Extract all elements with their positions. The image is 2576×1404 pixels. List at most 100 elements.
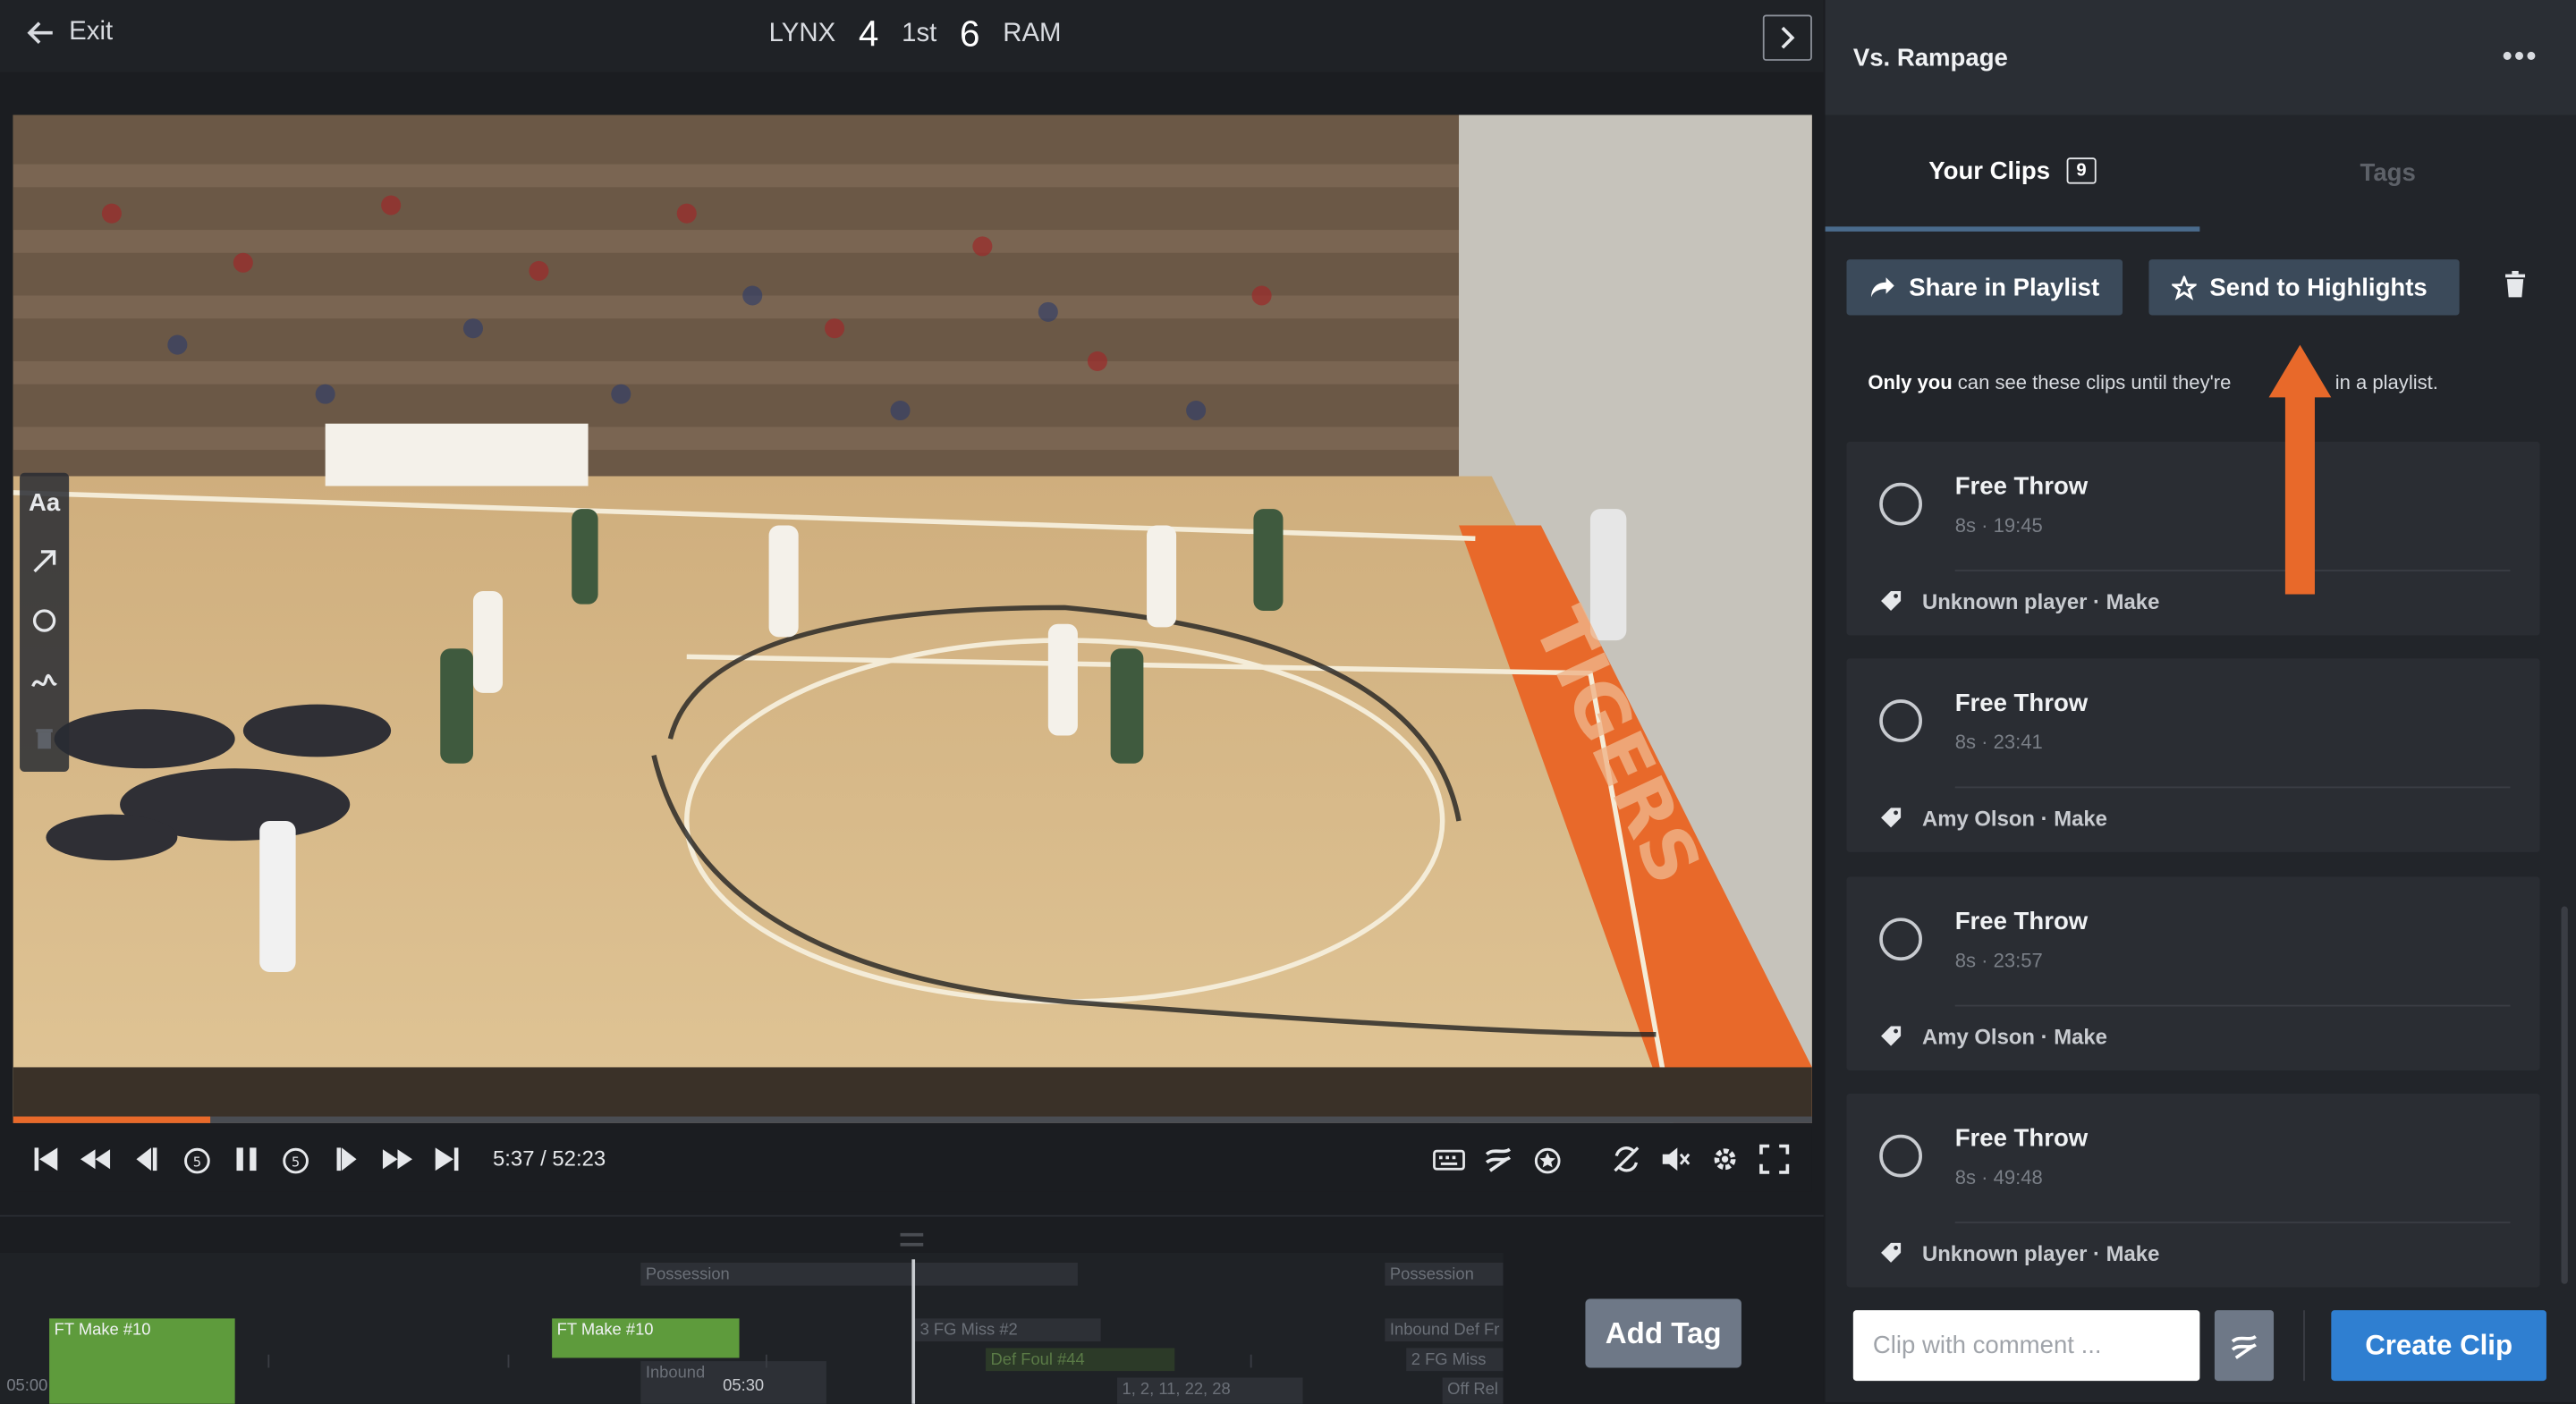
privacy-notice-tail: in a playlist. (2334, 370, 2438, 394)
clip-card[interactable]: Free Throw 8s · 19:45 Unknown player · M… (1846, 441, 2540, 636)
share-in-playlist-button[interactable]: Share in Playlist (1846, 259, 2123, 316)
tag-icon (1881, 1242, 1902, 1263)
arrow-diagonal-icon (33, 550, 56, 573)
forward-5-icon: 5 (283, 1147, 309, 1174)
delete-clips-button[interactable] (2502, 269, 2535, 305)
timeline-track-area[interactable]: Possession Possession FT Make #10 FT Mak… (0, 1252, 1504, 1404)
tab-your-clips[interactable]: Your Clips 9 (1825, 115, 2200, 232)
sidebar-header: Vs. Rampage ••• (1825, 0, 2576, 115)
arrow-tool[interactable] (20, 532, 69, 591)
fullscreen-button[interactable] (1755, 1139, 1794, 1179)
clips-scrollbar[interactable] (2561, 906, 2568, 1284)
rewind-button[interactable] (75, 1139, 114, 1179)
send-to-highlights-label: Send to Highlights (2209, 273, 2428, 301)
clip-select-radio[interactable] (1879, 918, 1922, 961)
time-readout: 5:37 / 52:23 (493, 1146, 606, 1171)
timeline-segment[interactable]: FT Make #10 (49, 1318, 235, 1404)
timeline-tick (507, 1354, 510, 1368)
timeline-tick (267, 1354, 270, 1368)
frame-forward-button[interactable] (328, 1139, 368, 1179)
back-5s-button[interactable]: 5 (177, 1139, 216, 1179)
clip-title: Free Throw (1954, 1124, 2089, 1153)
next-game-button[interactable] (1762, 14, 1812, 61)
timeline-segment[interactable]: 2 FG Miss (1406, 1348, 1504, 1372)
away-team: RAM (1003, 20, 1062, 48)
clip-divider (1954, 570, 2511, 571)
video-frame[interactable]: TIGERS (13, 114, 1812, 1123)
create-clip-button[interactable]: Create Clip (2331, 1310, 2546, 1382)
drawing-toolbar: Aa (20, 472, 70, 772)
tag-icon (1881, 1026, 1902, 1046)
tab-tags[interactable]: Tags (2199, 115, 2576, 231)
tagging-button[interactable] (1479, 1139, 1518, 1179)
rewind-icon (80, 1149, 111, 1170)
tag-icon (1881, 808, 1902, 828)
tag-clip-toggle[interactable] (2214, 1310, 2275, 1382)
clip-comment-input[interactable] (1852, 1310, 2200, 1382)
timeline-segment[interactable]: 3 FG Miss #2 (915, 1318, 1101, 1342)
clip-meta: 8s · 49:48 (1954, 1165, 2043, 1189)
pause-button[interactable] (226, 1139, 266, 1179)
timeline-segment[interactable]: Off Rel (1442, 1377, 1504, 1404)
svg-text:5: 5 (292, 1155, 300, 1171)
forward-5s-button[interactable]: 5 (276, 1139, 316, 1179)
clip-title: Free Throw (1954, 472, 2089, 501)
clip-meta: 8s · 23:57 (1954, 949, 2043, 972)
timeline-segment[interactable]: Inbound Def Fr (1385, 1318, 1504, 1342)
clip-select-radio[interactable] (1879, 1134, 1922, 1178)
privacy-notice: Only you can see these clips until they'… (1868, 371, 2438, 394)
timeline-segment[interactable]: 1, 2, 11, 22, 28 (1116, 1377, 1303, 1404)
add-tag-button[interactable]: Add Tag (1585, 1298, 1741, 1368)
timeline-tick (1250, 1354, 1252, 1368)
text-tool[interactable]: Aa (20, 473, 69, 532)
fast-forward-button[interactable] (377, 1139, 417, 1179)
video-progress-bar[interactable] (13, 1116, 1812, 1123)
basketball-court-image: TIGERS (13, 114, 1812, 1123)
settings-button[interactable] (1706, 1139, 1745, 1179)
circle-icon (32, 609, 56, 632)
share-in-playlist-label: Share in Playlist (1909, 273, 2100, 301)
exit-button[interactable]: Exit (26, 18, 113, 47)
scoreboard: LYNX 4 1st 6 RAM (769, 13, 1062, 56)
hudl-tag-icon (1485, 1147, 1512, 1172)
tab-your-clips-label: Your Clips (1928, 156, 2051, 185)
timeline-segment[interactable]: Possession (1385, 1262, 1504, 1286)
loop-off-icon (1614, 1146, 1640, 1172)
more-options-button[interactable]: ••• (2502, 39, 2538, 74)
clip-select-radio[interactable] (1879, 482, 1922, 526)
hudl-tag-icon (2231, 1334, 2257, 1359)
timeline-segment[interactable]: FT Make #10 (552, 1318, 740, 1358)
skip-to-end-button[interactable] (428, 1139, 467, 1179)
svg-text:5: 5 (193, 1155, 201, 1171)
share-arrow-icon (1871, 277, 1894, 298)
circle-tool[interactable] (20, 591, 69, 650)
timeline-playhead[interactable] (911, 1259, 916, 1404)
send-to-highlights-button[interactable]: Send to Highlights (2148, 259, 2460, 316)
game-title: Vs. Rampage (1852, 44, 2008, 72)
clip-card[interactable]: Free Throw 8s · 23:57 Amy Olson · Make (1846, 876, 2540, 1071)
clip-meta: 8s · 19:45 (1954, 513, 2043, 537)
timeline-mid-time: 05:30 (723, 1377, 765, 1396)
timeline-segment[interactable]: Def Foul #44 (986, 1348, 1175, 1372)
highlight-star-button[interactable] (1528, 1139, 1567, 1179)
loop-toggle-button[interactable] (1606, 1139, 1646, 1179)
timeline-start-time: 05:00 (6, 1377, 48, 1396)
skip-to-start-button[interactable] (26, 1139, 65, 1179)
clear-drawing-tool[interactable] (20, 709, 69, 768)
timeline-segment[interactable]: Possession (640, 1262, 1078, 1286)
home-team: LYNX (768, 20, 836, 48)
freehand-tool[interactable] (20, 650, 69, 709)
frame-back-button[interactable] (125, 1139, 165, 1179)
period: 1st (902, 20, 937, 48)
clip-meta: 8s · 23:41 (1954, 731, 2043, 754)
clip-select-radio[interactable] (1879, 699, 1922, 742)
clip-tag-text: Unknown player · Make (1921, 589, 2160, 614)
home-score: 4 (858, 13, 879, 55)
clip-card[interactable]: Free Throw 8s · 49:48 Unknown player · M… (1846, 1093, 2540, 1288)
replay-5-icon: 5 (184, 1147, 210, 1174)
trash-icon (36, 729, 53, 749)
mute-button[interactable] (1656, 1139, 1695, 1179)
clip-card[interactable]: Free Throw 8s · 23:41 Amy Olson · Make (1846, 658, 2540, 852)
timeline-resize-handle[interactable] (900, 1232, 924, 1247)
keyboard-shortcuts-button[interactable] (1429, 1139, 1469, 1179)
